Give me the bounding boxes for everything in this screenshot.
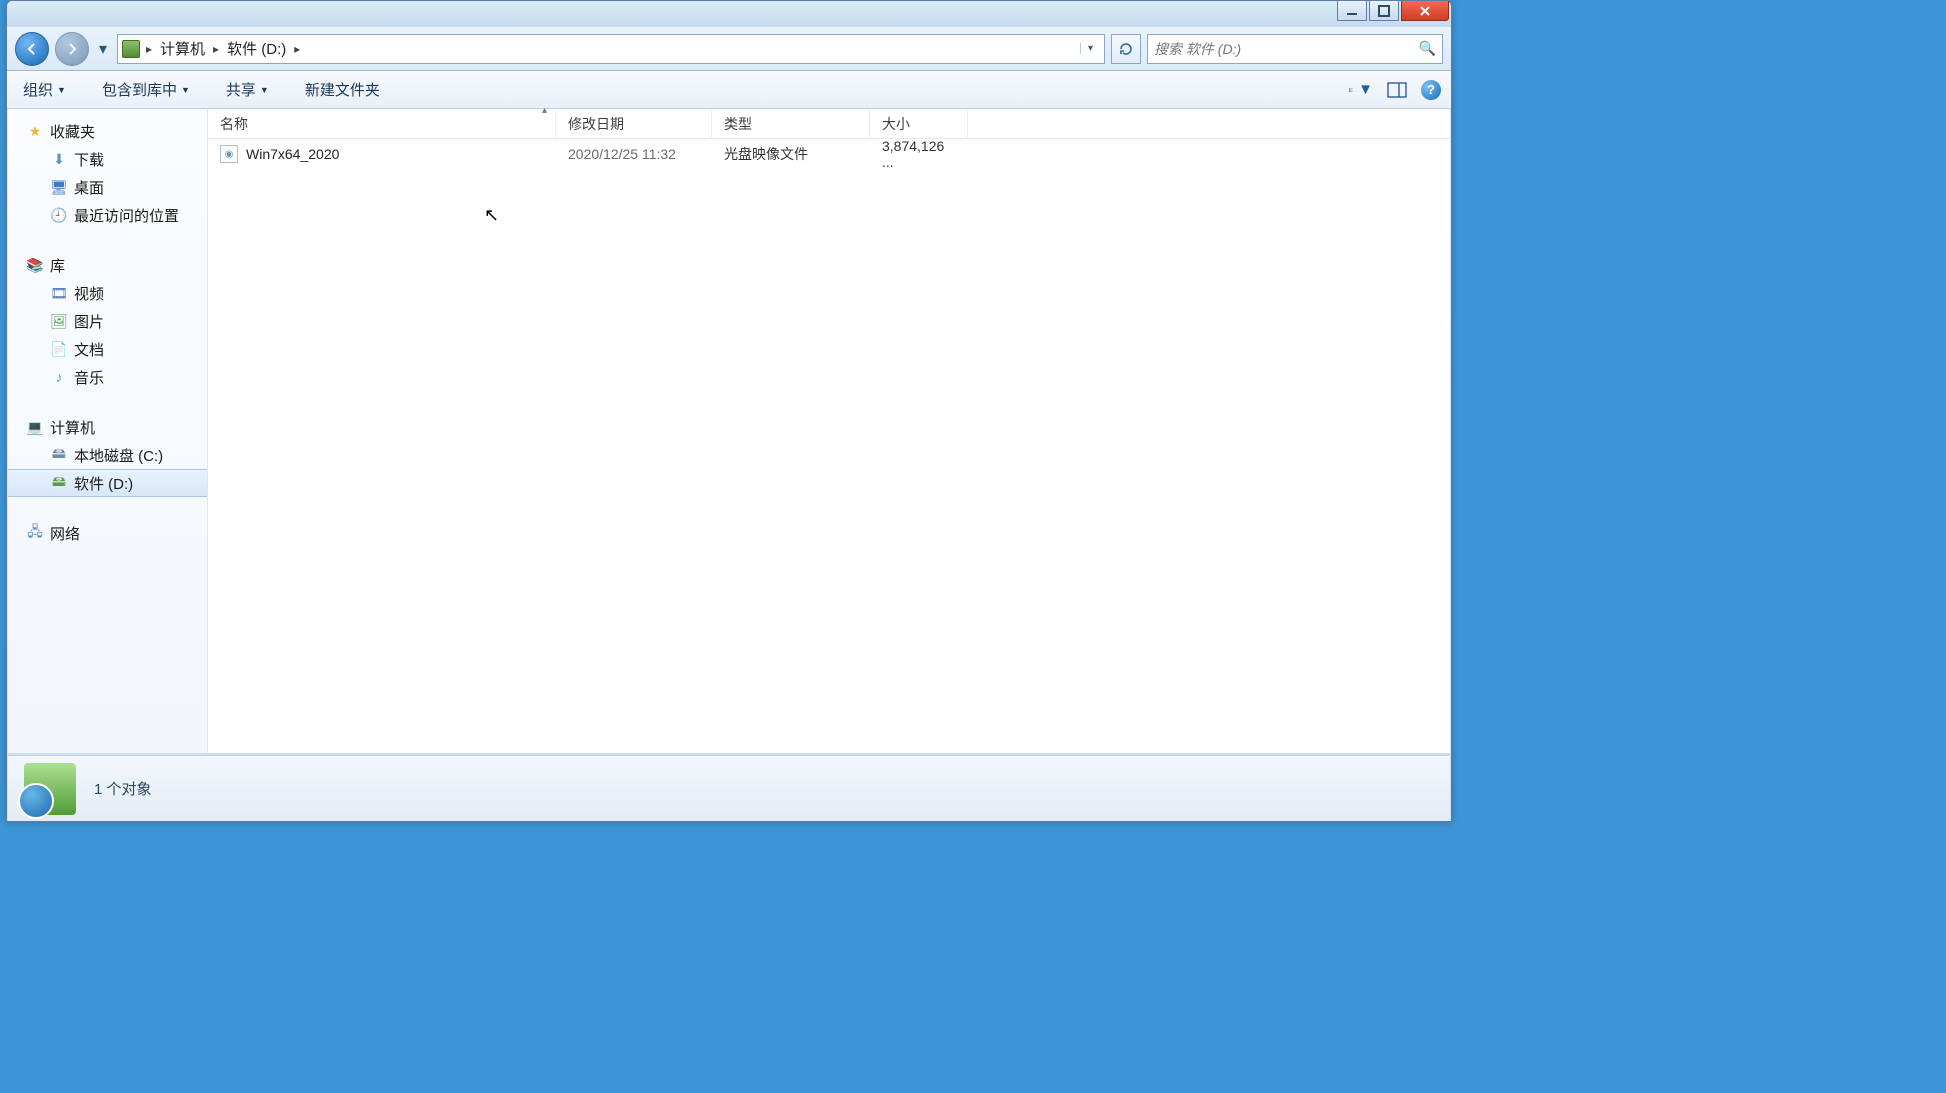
drive-icon — [122, 40, 140, 58]
sidebar-music[interactable]: ♪ 音乐 — [8, 363, 207, 391]
computer-icon: 💻 — [26, 419, 44, 435]
iso-file-icon: ◉ — [220, 145, 238, 163]
file-name: Win7x64_2020 — [246, 146, 339, 162]
file-date: 2020/12/25 11:32 — [556, 146, 712, 162]
address-bar[interactable]: ▸ 计算机 ▸ 软件 (D:) ▸ ▾ — [117, 34, 1105, 64]
include-menu[interactable]: 包含到库中▼ — [96, 75, 196, 104]
view-mode-button[interactable]: ▼ — [1349, 79, 1373, 101]
sidebar-downloads[interactable]: ⬇ 下载 — [8, 145, 207, 173]
search-input[interactable] — [1154, 41, 1419, 57]
column-size[interactable]: 大小 — [870, 109, 968, 138]
status-bar: 1 个对象 — [8, 755, 1450, 821]
sidebar-item-label: 收藏夹 — [50, 121, 95, 142]
sidebar-item-label: 本地磁盘 (C:) — [74, 445, 163, 466]
sidebar-network[interactable]: 🖧 网络 — [8, 519, 207, 547]
share-label: 共享 — [226, 79, 256, 100]
preview-pane-button[interactable] — [1385, 79, 1409, 101]
column-name[interactable]: 名称 ▴ — [208, 109, 556, 138]
explorer-body: ★ 收藏夹 ⬇ 下载 🖥 桌面 🕘 最近访问的位置 📚 — [8, 109, 1450, 753]
file-list[interactable]: ◉ Win7x64_2020 2020/12/25 11:32 光盘映像文件 3… — [208, 139, 1450, 753]
library-icon: 📚 — [26, 257, 44, 273]
video-icon: 🎞 — [50, 285, 68, 301]
organize-menu[interactable]: 组织▼ — [17, 75, 72, 104]
file-size: 3,874,126 ... — [870, 138, 968, 170]
explorer-window: ▾ ▸ 计算机 ▸ 软件 (D:) ▸ ▾ 🔍 组织▼ 包含到库中▼ 共享▼ — [6, 0, 1452, 822]
breadcrumb-computer[interactable]: 计算机 — [158, 36, 207, 61]
desktop-icon: 🖥 — [50, 179, 68, 195]
sidebar-item-label: 库 — [50, 255, 65, 276]
sidebar-desktop[interactable]: 🖥 桌面 — [8, 173, 207, 201]
sidebar-item-label: 网络 — [50, 523, 80, 544]
file-row[interactable]: ◉ Win7x64_2020 2020/12/25 11:32 光盘映像文件 3… — [208, 139, 1450, 169]
recent-icon: 🕘 — [50, 207, 68, 223]
sidebar-item-label: 桌面 — [74, 177, 104, 198]
network-icon: 🖧 — [26, 525, 44, 541]
new-folder-label: 新建文件夹 — [305, 79, 380, 100]
new-folder-button[interactable]: 新建文件夹 — [299, 75, 386, 104]
file-type: 光盘映像文件 — [712, 144, 870, 164]
music-icon: ♪ — [50, 369, 68, 385]
nav-pane: ★ 收藏夹 ⬇ 下载 🖥 桌面 🕘 最近访问的位置 📚 — [8, 109, 208, 753]
status-text: 1 个对象 — [94, 778, 152, 799]
download-icon: ⬇ — [50, 151, 68, 167]
sidebar-videos[interactable]: 🎞 视频 — [8, 279, 207, 307]
search-box[interactable]: 🔍 — [1147, 34, 1443, 64]
navigation-bar: ▾ ▸ 计算机 ▸ 软件 (D:) ▸ ▾ 🔍 — [7, 27, 1451, 71]
drive-icon: 🖴 — [50, 447, 68, 463]
sidebar-item-label: 图片 — [74, 311, 104, 332]
back-button[interactable] — [15, 32, 49, 66]
sidebar-item-label: 最近访问的位置 — [74, 205, 179, 226]
sidebar-documents[interactable]: 📄 文档 — [8, 335, 207, 363]
column-label: 名称 — [220, 114, 248, 134]
sidebar-favorites[interactable]: ★ 收藏夹 — [8, 117, 207, 145]
column-label: 大小 — [882, 114, 910, 134]
title-bar — [7, 1, 1451, 27]
sidebar-item-label: 文档 — [74, 339, 104, 360]
column-label: 修改日期 — [568, 114, 624, 134]
maximize-button[interactable] — [1369, 1, 1399, 21]
breadcrumb-sep: ▸ — [288, 42, 306, 56]
sidebar-item-label: 软件 (D:) — [74, 473, 133, 494]
command-bar: 组织▼ 包含到库中▼ 共享▼ 新建文件夹 ▼ ? — [7, 71, 1451, 109]
share-menu[interactable]: 共享▼ — [220, 75, 275, 104]
column-type[interactable]: 类型 — [712, 109, 870, 138]
document-icon: 📄 — [50, 341, 68, 357]
file-pane: 名称 ▴ 修改日期 类型 大小 ◉ Win7x64_2020 — [208, 109, 1450, 753]
column-date[interactable]: 修改日期 — [556, 109, 712, 138]
column-headers: 名称 ▴ 修改日期 类型 大小 — [208, 109, 1450, 139]
picture-icon: 🖼 — [50, 313, 68, 329]
address-dropdown[interactable]: ▾ — [1080, 43, 1100, 54]
sidebar-pictures[interactable]: 🖼 图片 — [8, 307, 207, 335]
search-icon: 🔍 — [1419, 40, 1436, 57]
star-icon: ★ — [26, 123, 44, 139]
status-drive-icon — [24, 763, 76, 815]
help-button[interactable]: ? — [1421, 80, 1441, 100]
history-dropdown[interactable]: ▾ — [95, 39, 111, 59]
include-label: 包含到库中 — [102, 79, 177, 100]
breadcrumb-sep: ▸ — [207, 42, 225, 56]
breadcrumb-drive[interactable]: 软件 (D:) — [225, 36, 288, 61]
organize-label: 组织 — [23, 79, 53, 100]
minimize-button[interactable] — [1337, 1, 1367, 21]
column-label: 类型 — [724, 114, 752, 134]
mouse-cursor-icon: ↖ — [484, 205, 499, 226]
sidebar-drive-d[interactable]: 🖴 软件 (D:) — [8, 469, 207, 497]
sidebar-item-label: 下载 — [74, 149, 104, 170]
refresh-button[interactable] — [1111, 34, 1141, 64]
forward-button[interactable] — [55, 32, 89, 66]
sidebar-libraries[interactable]: 📚 库 — [8, 251, 207, 279]
sort-indicator-icon: ▴ — [542, 105, 547, 116]
close-button[interactable] — [1401, 1, 1449, 21]
sidebar-recent[interactable]: 🕘 最近访问的位置 — [8, 201, 207, 229]
drive-icon: 🖴 — [50, 475, 68, 491]
sidebar-computer[interactable]: 💻 计算机 — [8, 413, 207, 441]
sidebar-item-label: 计算机 — [50, 417, 95, 438]
breadcrumb-sep: ▸ — [140, 42, 158, 56]
sidebar-item-label: 视频 — [74, 283, 104, 304]
sidebar-drive-c[interactable]: 🖴 本地磁盘 (C:) — [8, 441, 207, 469]
sidebar-item-label: 音乐 — [74, 367, 104, 388]
